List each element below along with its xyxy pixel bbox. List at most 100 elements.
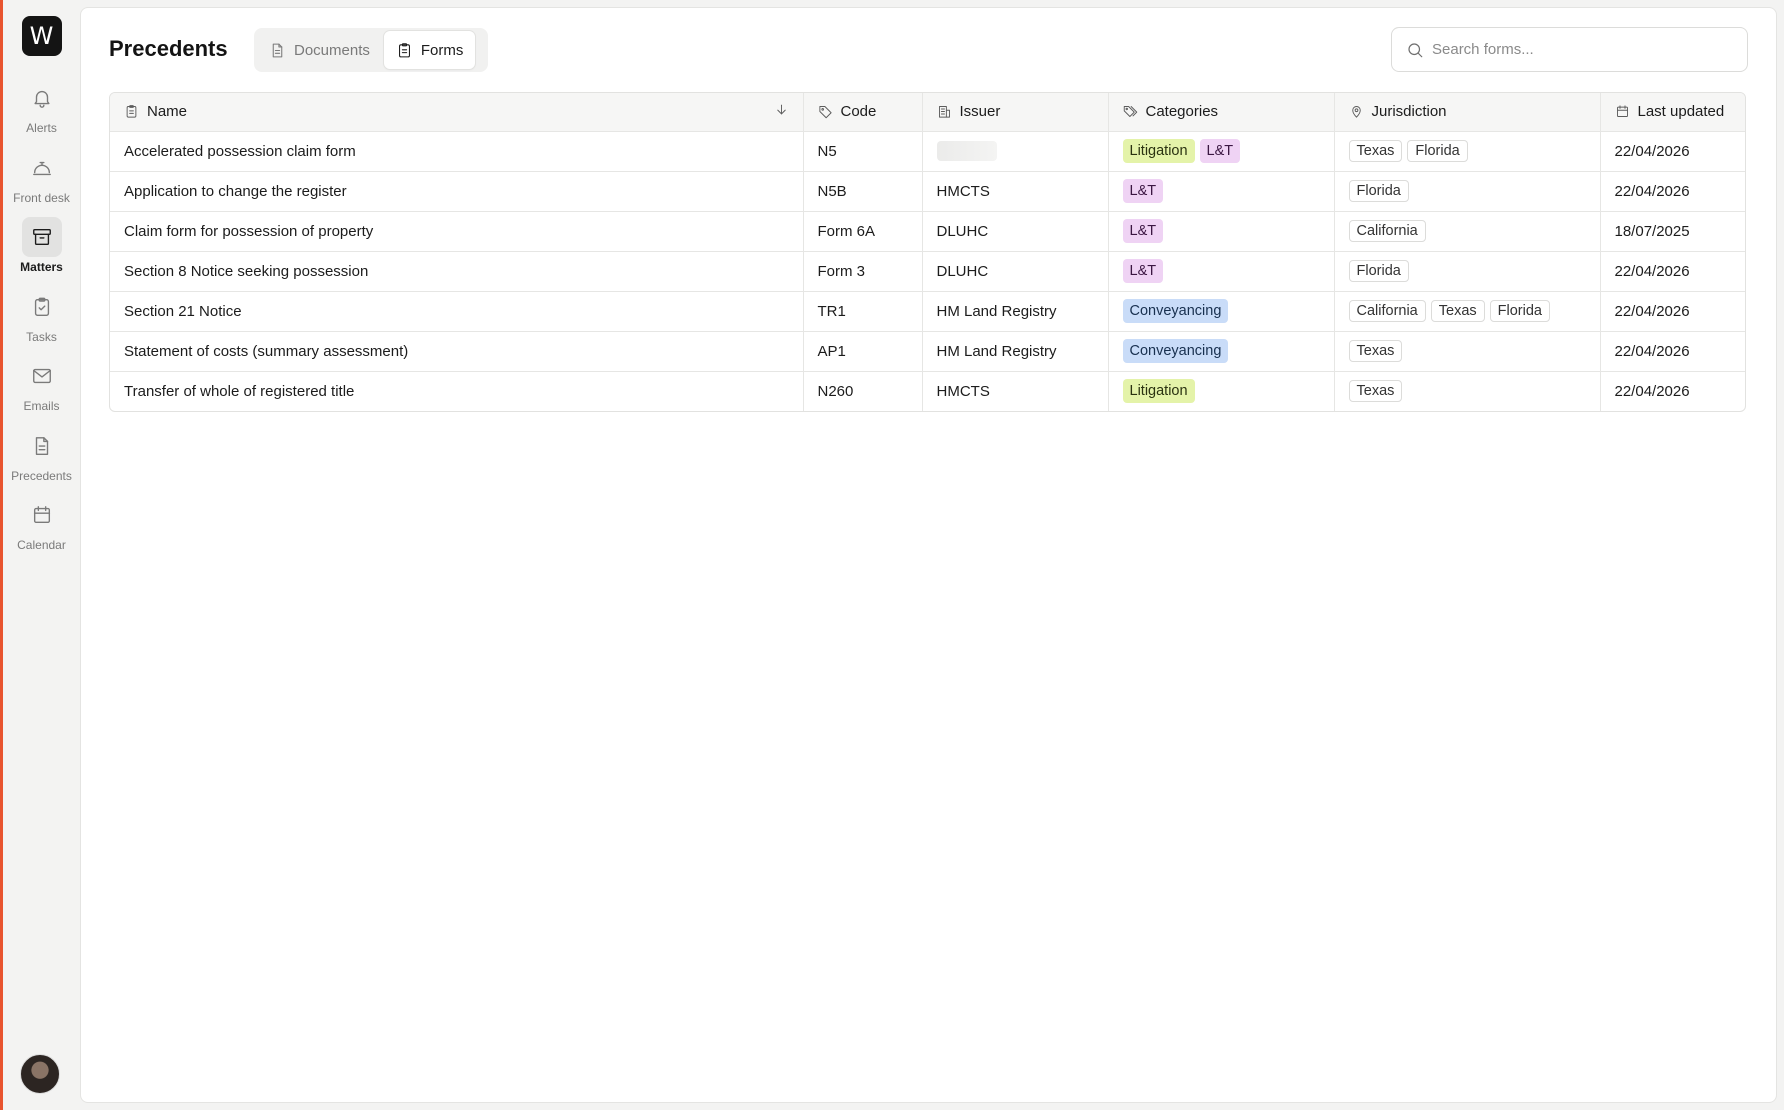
column-header-label: Categories: [1145, 103, 1219, 121]
cell-last-updated: 22/04/2026: [1600, 171, 1745, 212]
app-logo[interactable]: W: [21, 16, 62, 56]
cell-last-updated: 18/07/2025: [1600, 211, 1745, 252]
calendar-icon: [33, 506, 50, 524]
nav-icon-wrap: [22, 356, 62, 396]
cell-code: N260: [803, 371, 923, 411]
building-icon: [938, 106, 950, 118]
cell-code: N5B: [803, 171, 923, 212]
document-icon: [272, 43, 283, 57]
sidebar-item-precedents[interactable]: Precedents: [3, 426, 80, 496]
sidebar-item-matters[interactable]: Matters: [3, 217, 80, 287]
column-header-code[interactable]: Code: [803, 93, 923, 132]
column-header-issuer[interactable]: Issuer: [922, 93, 1109, 132]
clipboard-icon: [126, 105, 137, 118]
table-row[interactable]: Section 21 Notice TR1 HM Land Registry Conv…: [110, 291, 1745, 332]
cell-name[interactable]: Statement of costs (summary assessment): [110, 331, 804, 372]
cell-jurisdiction: Texas: [1334, 331, 1601, 372]
search-box[interactable]: [1391, 27, 1748, 72]
service-bell-icon: [32, 161, 51, 175]
page-title: Precedents: [109, 36, 228, 61]
document-icon: [35, 436, 48, 455]
category-tag: Litigation: [1122, 379, 1195, 404]
table-row[interactable]: Statement of costs (summary assessment) A…: [110, 331, 1745, 372]
sidebar-item-label: Matters: [20, 260, 63, 274]
search-icon: [1408, 42, 1423, 57]
table-row[interactable]: Application to change the register N5B HMC…: [110, 171, 1745, 212]
cell-last-updated: 22/04/2026: [1600, 291, 1745, 332]
category-tag: Conveyancing: [1122, 299, 1229, 323]
table-row[interactable]: Claim form for possession of property For…: [110, 211, 1745, 252]
table-row[interactable]: Accelerated possession claim form N5 Litig…: [110, 131, 1745, 172]
jurisdiction-tag: Florida: [1489, 300, 1550, 322]
search-input[interactable]: [1432, 41, 1733, 58]
clipboard-check-icon: [34, 297, 49, 316]
cell-jurisdiction: Florida: [1334, 251, 1601, 292]
jurisdiction-tag: California: [1348, 220, 1426, 242]
tab-forms[interactable]: Forms: [383, 31, 476, 69]
nav-icon-wrap: [21, 217, 62, 257]
nav-icon-wrap: [22, 148, 62, 188]
nav-icon-wrap: [22, 426, 62, 466]
cell-issuer: DLUHC: [922, 211, 1109, 252]
tag-icon: [818, 106, 832, 119]
cell-categories: Conveyancing: [1108, 331, 1335, 372]
column-header-last-updated[interactable]: Last updated: [1600, 93, 1745, 132]
cell-name[interactable]: Application to change the register: [110, 171, 804, 212]
nav-icon-wrap: [22, 495, 62, 535]
sidebar-item-tasks[interactable]: Tasks: [3, 287, 80, 357]
cell-last-updated: 22/04/2026: [1600, 131, 1745, 172]
column-header-categories[interactable]: Categories: [1108, 93, 1335, 132]
jurisdiction-tag: California: [1348, 300, 1426, 322]
column-header-label: Issuer: [959, 103, 1001, 121]
cell-jurisdiction: Texas: [1334, 371, 1601, 411]
tab-documents[interactable]: Documents: [257, 31, 382, 69]
cell-code: AP1: [803, 331, 923, 372]
cell-name[interactable]: Transfer of whole of registered title: [110, 371, 804, 411]
view-tabs: Documents Forms: [254, 28, 488, 72]
category-tag: L&T: [1122, 259, 1164, 283]
main-panel: Precedents Documents Forms Name Code Issuer…: [80, 7, 1777, 1103]
cell-issuer: HMCTS: [922, 371, 1109, 411]
tab-label: Forms: [420, 41, 464, 59]
cell-categories: L&T: [1108, 251, 1335, 292]
table-row[interactable]: Transfer of whole of registered title N26…: [110, 371, 1745, 411]
cell-code: N5: [803, 131, 923, 172]
cell-issuer: HM Land Registry: [922, 291, 1109, 332]
cell-jurisdiction: California: [1334, 211, 1601, 252]
cell-code: TR1: [803, 291, 923, 332]
sidebar-item-label: Tasks: [26, 329, 57, 344]
sidebar-item-label: Calendar: [17, 538, 66, 552]
column-header-label: Last updated: [1637, 103, 1725, 121]
cell-name[interactable]: Accelerated possession claim form: [110, 131, 804, 172]
cell-issuer: HM Land Registry: [922, 331, 1109, 372]
sidebar-nav: Alerts Front desk Matters Tasks Emails Preced…: [3, 78, 80, 565]
sidebar-item-front-desk[interactable]: Front desk: [3, 148, 80, 218]
sidebar-item-emails[interactable]: Emails: [3, 356, 80, 426]
sidebar: W Alerts Front desk Matters Tasks Emails Prec…: [3, 0, 80, 1110]
avatar[interactable]: [20, 1054, 60, 1094]
sort-button[interactable]: [774, 102, 789, 121]
forms-table: Name Code Issuer Categories Jurisdiction Last…: [109, 92, 1746, 412]
column-header-jurisdiction[interactable]: Jurisdiction: [1334, 93, 1601, 132]
column-header-label: Code: [840, 103, 877, 121]
category-tag: L&T: [1199, 139, 1241, 163]
cell-categories: L&T: [1108, 211, 1335, 252]
cell-name[interactable]: Claim form for possession of property: [110, 211, 804, 252]
bell-icon: [33, 90, 50, 108]
sidebar-item-label: Front desk: [13, 190, 70, 205]
category-tag: Litigation: [1122, 139, 1195, 163]
cell-issuer: HMCTS: [922, 171, 1109, 212]
tags-icon: [1123, 106, 1137, 118]
column-header-name[interactable]: Name: [110, 93, 804, 132]
sidebar-item-label: Precedents: [11, 468, 72, 483]
cell-categories: L&T: [1108, 171, 1335, 212]
sidebar-item-calendar[interactable]: Calendar: [3, 495, 80, 565]
sidebar-item-alerts[interactable]: Alerts: [3, 78, 80, 148]
clipboard-icon: [398, 42, 410, 57]
cell-name[interactable]: Section 21 Notice: [110, 291, 804, 332]
cell-last-updated: 22/04/2026: [1600, 331, 1745, 372]
cell-name[interactable]: Section 8 Notice seeking possession: [110, 251, 804, 292]
category-tag: Conveyancing: [1122, 339, 1229, 363]
table-row[interactable]: Section 8 Notice seeking possession Form …: [110, 251, 1745, 292]
jurisdiction-tag: Texas: [1348, 380, 1403, 403]
